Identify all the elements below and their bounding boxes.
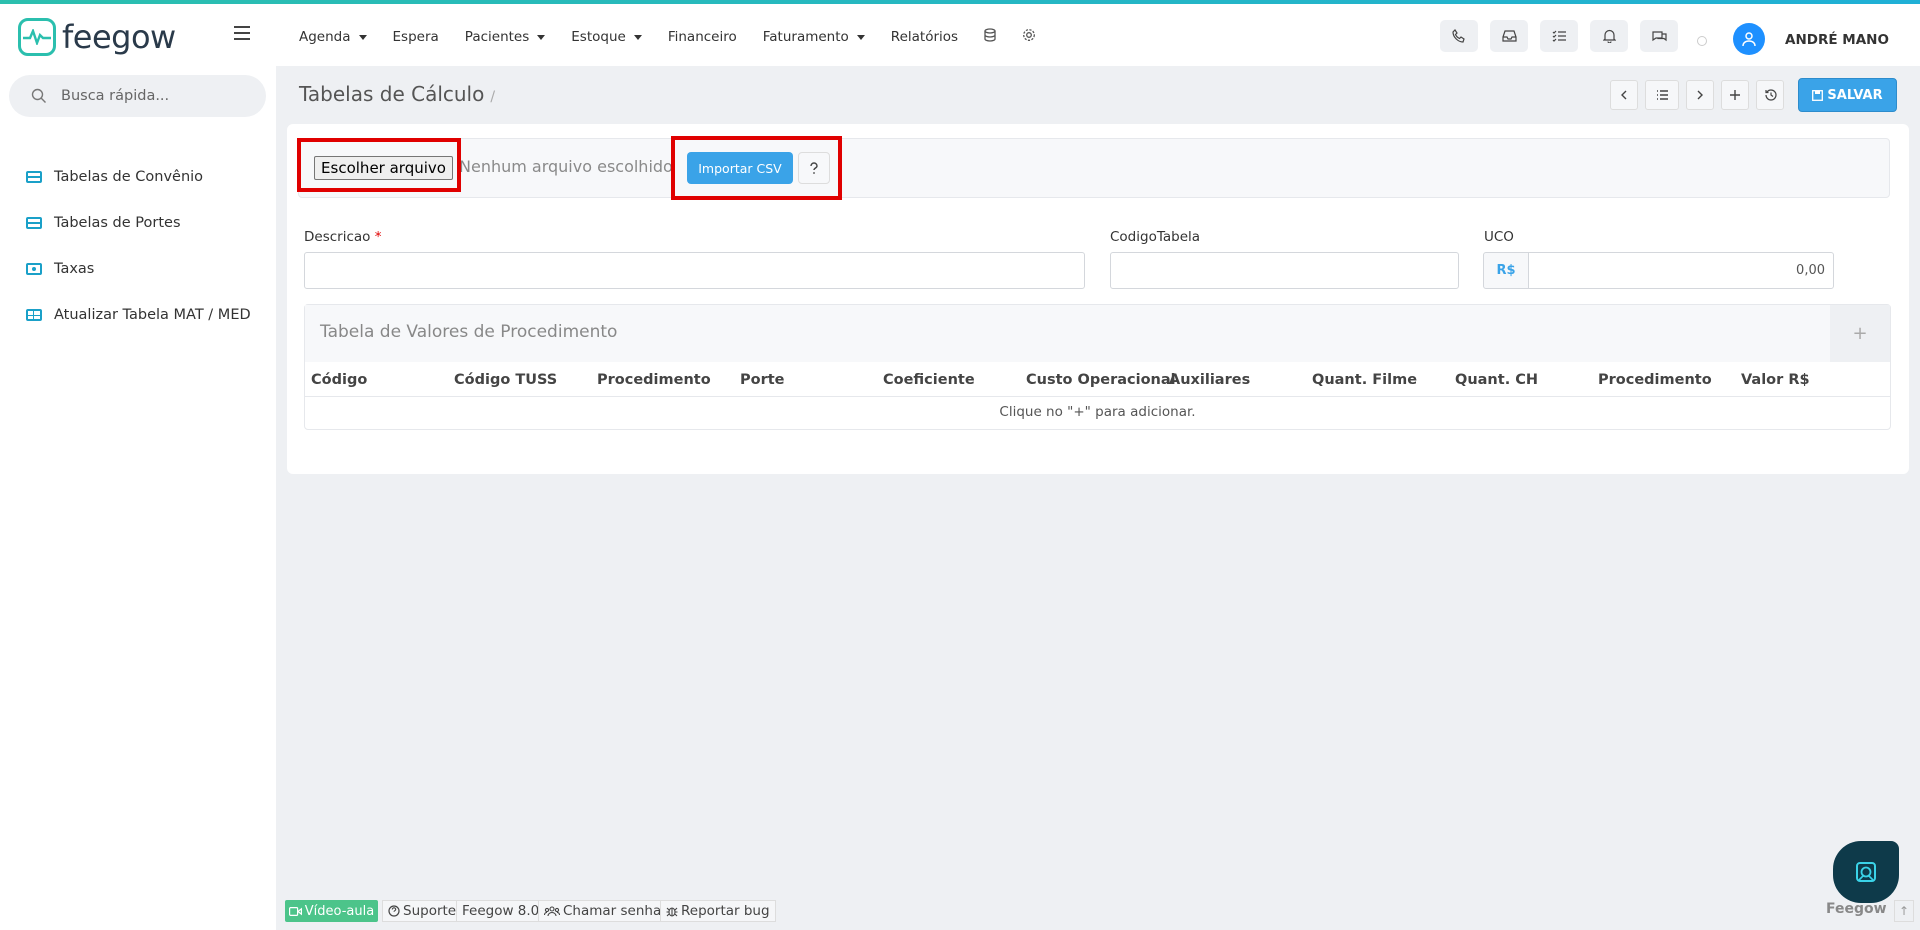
column-header: Quant. CH [1455, 372, 1539, 388]
header: feegow Agenda Espera Pacientes Estoque F… [0, 4, 1920, 66]
users-icon [544, 905, 560, 916]
caret-down-icon [358, 34, 367, 40]
header-actions [1440, 20, 1690, 52]
column-header: Código [311, 372, 368, 388]
sidebar-item-atualizar-tabela[interactable]: Atualizar Tabela MAT / MED [26, 292, 251, 338]
search-icon [31, 88, 46, 103]
import-csv-button[interactable]: Importar CSV [687, 152, 793, 184]
save-button[interactable]: SALVAR [1798, 78, 1897, 112]
nav-agenda[interactable]: Agenda [299, 29, 367, 45]
column-header: Auxiliares [1169, 372, 1251, 388]
caret-down-icon [856, 34, 865, 40]
status-indicator [1697, 36, 1707, 46]
nav-estoque[interactable]: Estoque [571, 29, 642, 45]
footer-brand: Feegow [1826, 901, 1887, 917]
tasks-icon[interactable] [1540, 20, 1578, 52]
file-status: Nenhum arquivo escolhido [459, 157, 673, 176]
sidebar-item-taxas[interactable]: Taxas [26, 246, 251, 292]
column-header: Procedimento [1598, 372, 1712, 388]
table-icon [26, 309, 42, 321]
column-header: Coeficiente [883, 372, 975, 388]
column-header: Código TUSS [454, 372, 558, 388]
add-icon[interactable] [1721, 80, 1749, 110]
previous-icon[interactable] [1610, 80, 1638, 110]
procedure-values-table: Tabela de Valores de Procedimento + Códi… [304, 304, 1891, 430]
list-icon[interactable] [1645, 80, 1679, 110]
search-input[interactable]: Busca rápida... [9, 75, 266, 117]
sidebar-item-label: Atualizar Tabela MAT / MED [54, 307, 251, 323]
money-icon [26, 263, 42, 275]
codigo-tabela-label: CodigoTabela [1110, 229, 1201, 245]
gear-icon[interactable] [1022, 28, 1036, 46]
column-header: Custo Operacional [1026, 372, 1176, 388]
nav-faturamento[interactable]: Faturamento [763, 29, 865, 45]
menu-toggle-icon[interactable] [234, 26, 250, 40]
history-icon[interactable] [1756, 80, 1784, 110]
chat-icon[interactable] [1640, 20, 1678, 52]
nav-relatorios[interactable]: Relatórios [891, 29, 958, 45]
caret-down-icon [537, 34, 546, 40]
card-icon [26, 171, 42, 183]
search-placeholder: Busca rápida... [61, 88, 170, 104]
logo-text: feegow [62, 18, 176, 56]
choose-file-button[interactable]: Escolher arquivo [314, 156, 453, 180]
caret-down-icon [633, 34, 642, 40]
save-icon [1812, 89, 1824, 101]
empty-message: Clique no "+" para adicionar. [999, 404, 1196, 420]
sidebar-item-tabelas-convenio[interactable]: Tabelas de Convênio [26, 154, 251, 200]
support-button[interactable]: Suporte [382, 900, 463, 922]
card-icon [26, 217, 42, 229]
currency-prefix: R$ [1483, 252, 1529, 289]
main-nav: Agenda Espera Pacientes Estoque Financei… [299, 28, 1062, 46]
database-icon[interactable] [984, 28, 996, 46]
page-title: Tabelas de Cálculo / [299, 82, 496, 106]
nav-espera[interactable]: Espera [393, 29, 439, 45]
column-header: Valor R$ [1741, 372, 1810, 388]
uco-field[interactable]: 0,00 [1528, 252, 1834, 289]
logo[interactable]: feegow [18, 18, 176, 56]
scroll-top-icon[interactable]: ↑ [1894, 900, 1914, 922]
help-button[interactable] [798, 152, 830, 184]
next-icon[interactable] [1686, 80, 1714, 110]
column-header: Porte [740, 372, 785, 388]
sidebar-item-tabelas-portes[interactable]: Tabelas de Portes [26, 200, 251, 246]
sidebar-item-label: Tabelas de Convênio [54, 169, 204, 185]
phone-icon[interactable] [1440, 20, 1478, 52]
descricao-field[interactable] [304, 252, 1085, 289]
table-divider [305, 396, 1890, 397]
breadcrumb-separator: / [490, 89, 496, 105]
bug-icon [666, 907, 678, 917]
question-icon [810, 161, 818, 174]
chat-widget-icon [1856, 862, 1876, 882]
call-password-button[interactable]: Chamar senha [538, 900, 668, 922]
table-columns: Código Código TUSS Procedimento Porte Co… [311, 370, 1886, 398]
sidebar-item-label: Taxas [54, 261, 95, 277]
nav-pacientes[interactable]: Pacientes [465, 29, 546, 45]
logo-mark-icon [18, 18, 56, 56]
video-icon [288, 906, 302, 916]
report-bug-button[interactable]: Reportar bug [660, 900, 776, 922]
table-title: Tabela de Valores de Procedimento [320, 322, 618, 342]
video-lesson-button[interactable]: Vídeo-aula [285, 900, 378, 922]
uco-label: UCO [1484, 229, 1514, 245]
version-label: Feegow 8.0 [456, 900, 546, 922]
add-row-button[interactable]: + [1830, 305, 1890, 362]
bell-icon[interactable] [1590, 20, 1628, 52]
avatar[interactable] [1733, 23, 1765, 55]
user-name[interactable]: ANDRÉ MANO [1785, 32, 1889, 48]
question-circle-icon [388, 905, 400, 917]
inbox-icon[interactable] [1490, 20, 1528, 52]
nav-financeiro[interactable]: Financeiro [668, 29, 737, 45]
codigo-tabela-field[interactable] [1110, 252, 1459, 289]
chat-widget-button[interactable] [1833, 841, 1899, 903]
sidebar-menu: Tabelas de Convênio Tabelas de Portes Ta… [26, 154, 251, 338]
sidebar-item-label: Tabelas de Portes [54, 215, 181, 231]
descricao-label: Descricao * [304, 229, 382, 245]
table-header: Tabela de Valores de Procedimento + [305, 305, 1890, 362]
sidebar: Busca rápida... Tabelas de Convênio Tabe… [0, 66, 276, 930]
record-toolbar [1610, 80, 1784, 110]
column-header: Quant. Filme [1312, 372, 1418, 388]
column-header: Procedimento [597, 372, 711, 388]
